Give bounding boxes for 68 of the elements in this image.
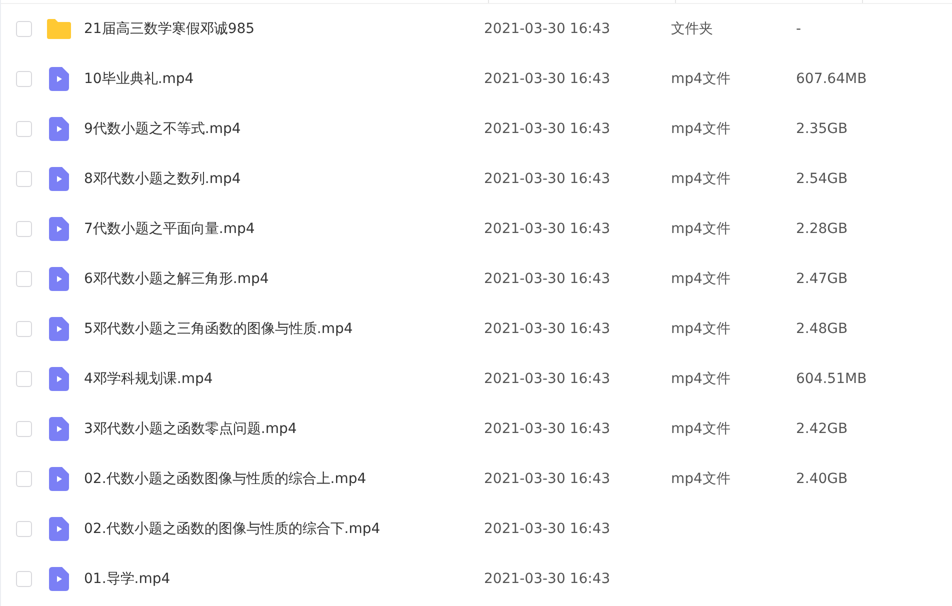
file-type: mp4文件 bbox=[671, 171, 730, 187]
file-size: 2.40GB bbox=[796, 471, 848, 487]
video-file-icon bbox=[49, 417, 69, 441]
checkbox[interactable] bbox=[16, 21, 32, 37]
file-type: mp4文件 bbox=[671, 471, 730, 487]
file-size: - bbox=[796, 21, 802, 37]
file-type: 文件夹 bbox=[671, 21, 713, 37]
video-file-icon bbox=[49, 67, 69, 91]
video-file-icon bbox=[49, 367, 69, 391]
file-type: mp4文件 bbox=[671, 371, 730, 387]
file-type: mp4文件 bbox=[671, 271, 730, 287]
checkbox[interactable] bbox=[16, 571, 32, 587]
video-file-icon bbox=[49, 117, 69, 141]
checkbox[interactable] bbox=[16, 521, 32, 537]
file-type: mp4文件 bbox=[671, 421, 730, 437]
file-size: 2.54GB bbox=[796, 171, 848, 187]
file-name[interactable]: 02.代数小题之函数图像与性质的综合上.mp4 bbox=[84, 470, 484, 488]
modified-date: 2021-03-30 16:43 bbox=[484, 121, 612, 137]
checkbox[interactable] bbox=[16, 471, 32, 487]
file-name[interactable]: 3邓代数小题之函数零点问题.mp4 bbox=[84, 420, 484, 438]
video-file-icon bbox=[49, 167, 69, 191]
file-name[interactable]: 4邓学科规划课.mp4 bbox=[84, 370, 484, 388]
video-file-icon bbox=[49, 517, 69, 541]
checkbox[interactable] bbox=[16, 221, 32, 237]
file-type: mp4文件 bbox=[671, 221, 730, 237]
modified-date: 2021-03-30 16:43 bbox=[484, 371, 612, 387]
file-size: 607.64MB bbox=[796, 71, 867, 87]
file-size: 2.48GB bbox=[796, 321, 848, 337]
file-name[interactable]: 5邓代数小题之三角函数的图像与性质.mp4 bbox=[84, 320, 484, 338]
checkbox[interactable] bbox=[16, 171, 32, 187]
file-type: mp4文件 bbox=[671, 71, 730, 87]
checkbox[interactable] bbox=[16, 421, 32, 437]
file-name[interactable]: 02.代数小题之函数的图像与性质的综合下.mp4 bbox=[84, 520, 484, 538]
video-file-icon bbox=[49, 217, 69, 241]
file-size: 2.35GB bbox=[796, 121, 848, 137]
folder-icon bbox=[47, 19, 71, 39]
file-name[interactable]: 9代数小题之不等式.mp4 bbox=[84, 120, 484, 138]
file-name[interactable]: 01.导学.mp4 bbox=[84, 570, 484, 588]
file-size: 2.28GB bbox=[796, 221, 848, 237]
checkbox[interactable] bbox=[16, 121, 32, 137]
file-size: 2.47GB bbox=[796, 271, 848, 287]
modified-date: 2021-03-30 16:43 bbox=[484, 321, 612, 337]
modified-date: 2021-03-30 16:43 bbox=[484, 21, 612, 37]
modified-date: 2021-03-30 16:43 bbox=[484, 221, 612, 237]
file-type: mp4文件 bbox=[671, 321, 730, 337]
checkbox[interactable] bbox=[16, 321, 32, 337]
video-file-icon bbox=[49, 467, 69, 491]
modified-date: 2021-03-30 16:43 bbox=[484, 71, 612, 87]
checkbox[interactable] bbox=[16, 371, 32, 387]
file-name[interactable]: 7代数小题之平面向量.mp4 bbox=[84, 220, 484, 238]
checkbox[interactable] bbox=[16, 71, 32, 87]
modified-date: 2021-03-30 16:43 bbox=[484, 171, 612, 187]
file-name[interactable]: 6邓代数小题之解三角形.mp4 bbox=[84, 270, 484, 288]
file-name[interactable]: 8邓代数小题之数列.mp4 bbox=[84, 170, 484, 188]
file-name[interactable]: 21届高三数学寒假邓诚985 bbox=[84, 20, 484, 38]
modified-date: 2021-03-30 16:43 bbox=[484, 571, 612, 587]
file-name[interactable]: 10毕业典礼.mp4 bbox=[84, 70, 484, 88]
video-file-icon bbox=[49, 267, 69, 291]
file-size: 2.42GB bbox=[796, 421, 848, 437]
file-type: mp4文件 bbox=[671, 121, 730, 137]
modified-date: 2021-03-30 16:43 bbox=[484, 471, 612, 487]
modified-date: 2021-03-30 16:43 bbox=[484, 271, 612, 287]
modified-date: 2021-03-30 16:43 bbox=[484, 521, 612, 537]
file-size: 604.51MB bbox=[796, 371, 867, 387]
modified-date: 2021-03-30 16:43 bbox=[484, 421, 612, 437]
video-file-icon bbox=[49, 567, 69, 591]
checkbox[interactable] bbox=[16, 271, 32, 287]
video-file-icon bbox=[49, 317, 69, 341]
